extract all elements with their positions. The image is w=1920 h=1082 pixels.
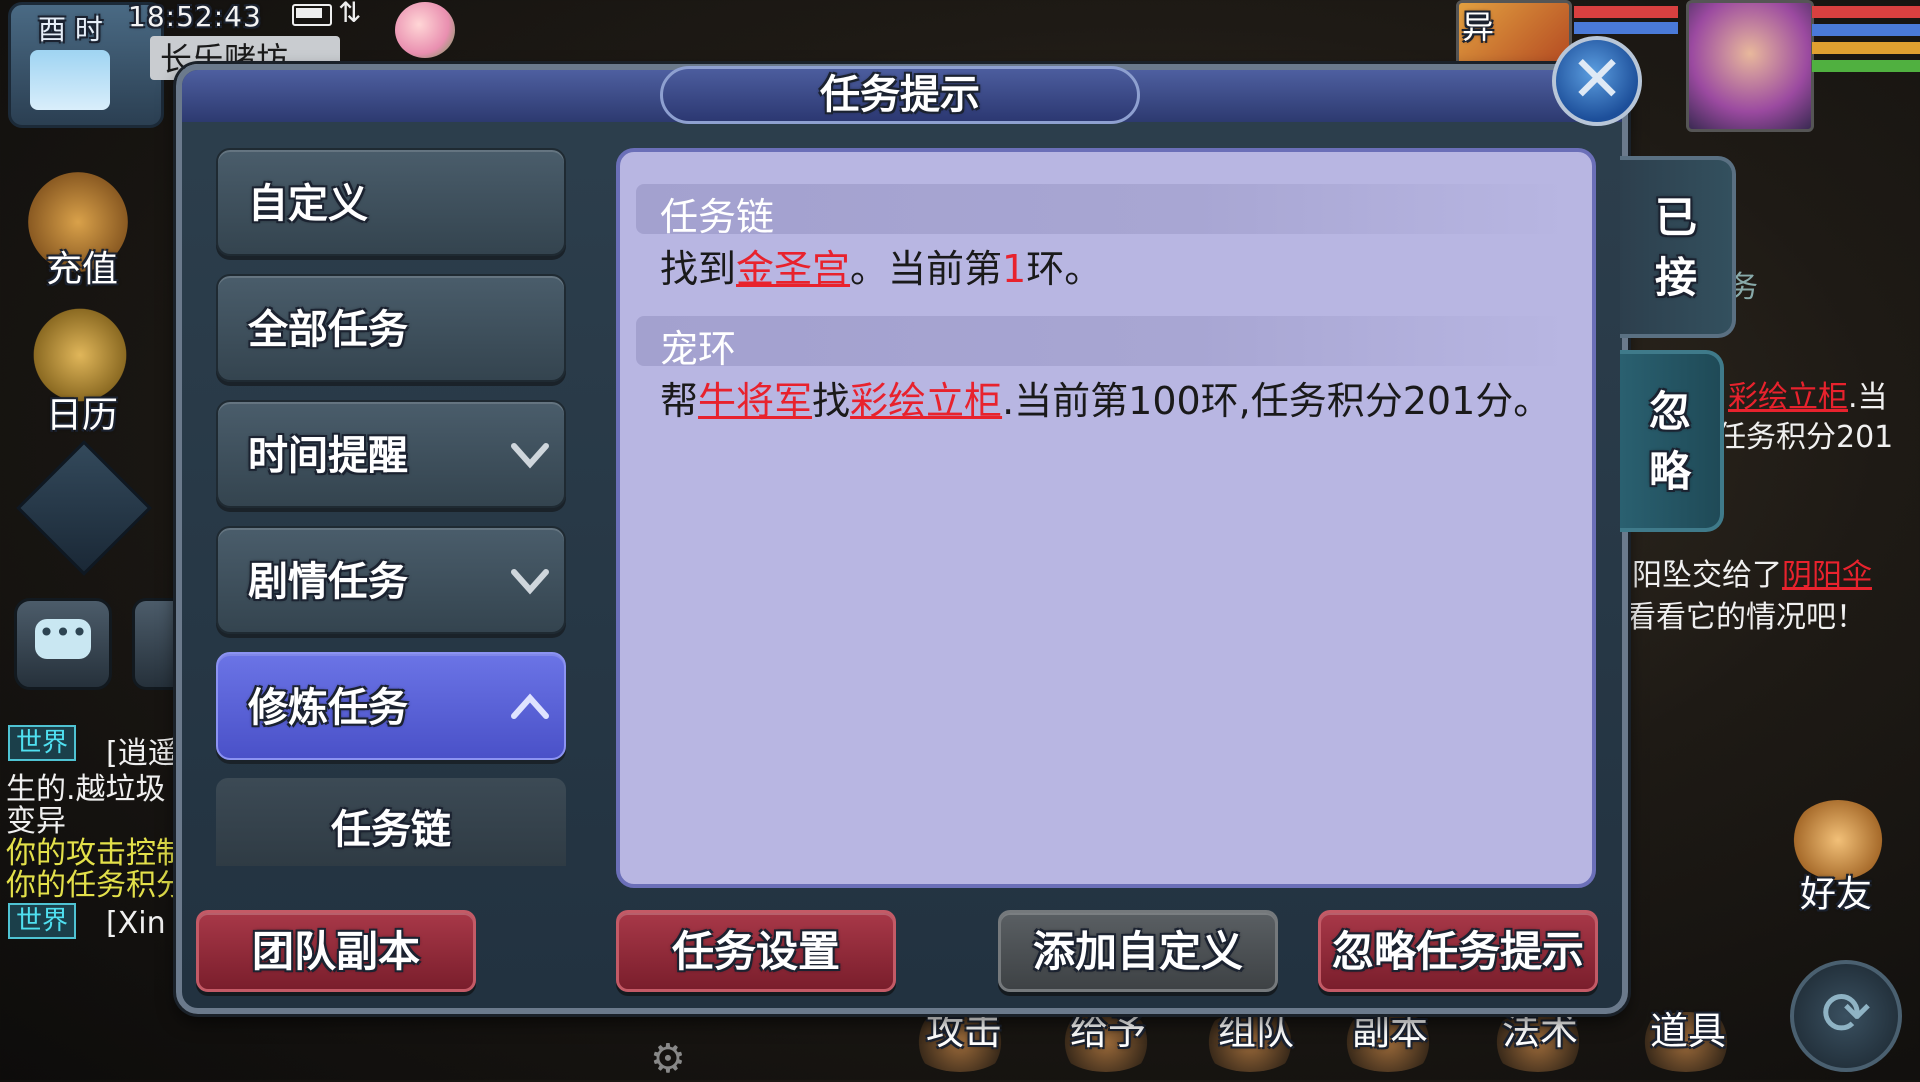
category-label: 时间提醒 <box>248 433 408 479</box>
chat-line: [Xin <box>106 906 166 941</box>
close-icon: ✕ <box>1570 43 1624 117</box>
player-hp-bar <box>1812 6 1920 18</box>
section-title: 宠环 <box>660 327 737 371</box>
chat-line: 你的任务积分 <box>6 868 186 903</box>
minimap-thumbnail[interactable] <box>30 50 110 110</box>
chat-channel-world: 世界 <box>8 903 77 939</box>
shichen-label: 酉 时 <box>38 13 103 46</box>
background-quest-text: 彩绘立柜.当 <box>1728 380 1888 415</box>
ignore-tips-button[interactable]: 忽略任务提示 <box>1318 910 1598 992</box>
npc-link[interactable]: 金圣宫 <box>736 247 850 291</box>
npc-link[interactable]: 牛将军 <box>698 379 812 423</box>
section-header <box>636 316 1570 366</box>
player-exp-bar <box>1812 60 1920 72</box>
pet-mp-bar <box>1574 22 1678 34</box>
player-mp-bar <box>1812 24 1920 36</box>
collapse-arrow-icon[interactable] <box>16 440 152 576</box>
category-custom[interactable]: 自定义 <box>216 148 566 256</box>
section-title: 任务链 <box>660 195 775 239</box>
task-settings-button[interactable]: 任务设置 <box>616 910 896 992</box>
chat-button[interactable]: ••• <box>14 598 112 690</box>
dialog-title: 任务提示 <box>820 72 980 118</box>
pet-hp-bar <box>1574 6 1678 18</box>
category-label: 全部任务 <box>248 307 408 353</box>
item-link[interactable]: 彩绘立柜 <box>850 379 1002 423</box>
chevron-up-icon <box>511 693 549 719</box>
chat-channel-world: 世界 <box>8 725 77 761</box>
category-label: 修炼任务 <box>248 685 408 731</box>
chevron-down-icon <box>511 569 549 595</box>
sub-item-label: 任务链 <box>331 807 451 853</box>
battery-icon <box>292 4 332 26</box>
signal-icon: ⇅ <box>338 0 362 29</box>
category-time-reminder[interactable]: 时间提醒 <box>216 400 566 508</box>
bottom-items[interactable]: 道具 <box>1650 1000 1726 1055</box>
close-button[interactable]: ✕ <box>1552 36 1642 126</box>
peach-icon[interactable] <box>395 2 455 58</box>
player-anger-bar <box>1812 42 1920 54</box>
gear-icon[interactable]: ⚙ <box>650 1036 686 1082</box>
section-body: 帮牛将军找彩绘立柜.当前第100环,任务积分201分。 <box>660 379 1552 423</box>
tab-ignored[interactable]: 忽略 <box>1620 350 1724 532</box>
category-all-tasks[interactable]: 全部任务 <box>216 274 566 382</box>
category-label: 自定义 <box>248 181 368 227</box>
add-custom-button[interactable]: 添加自定义 <box>998 910 1278 992</box>
clock-time: 18:52:43 <box>128 0 262 33</box>
background-quest-text: 任务积分201 <box>1716 420 1894 455</box>
category-training-tasks[interactable]: 修炼任务 <box>216 652 566 760</box>
tab-ignored-label: 忽略 <box>1648 387 1691 496</box>
refresh-icon[interactable]: ⟳ <box>1790 960 1902 1072</box>
background-chat-text: 看看它的情况吧！ <box>1626 600 1866 635</box>
calendar-label: 日历 <box>46 395 119 436</box>
chevron-down-icon <box>511 443 549 469</box>
team-dungeon-button[interactable]: 团队副本 <box>196 910 476 992</box>
tab-accepted-label: 已接 <box>1654 193 1697 302</box>
category-story-tasks[interactable]: 剧情任务 <box>216 526 566 634</box>
speech-bubble-icon: ••• <box>35 619 91 659</box>
pet-badge: 异 <box>1462 8 1495 46</box>
friends-label: 好友 <box>1800 874 1873 915</box>
sub-item-quest-chain[interactable]: 任务链 <box>216 778 566 866</box>
category-label: 剧情任务 <box>248 559 408 605</box>
section-body: 找到金圣宫。当前第1环。 <box>660 247 1103 291</box>
recharge-label: 充值 <box>46 249 119 290</box>
background-chat-text: 阳坠交给了阴阳伞 <box>1632 558 1872 593</box>
tab-accepted[interactable]: 已接 <box>1620 156 1736 338</box>
section-header <box>636 184 1570 234</box>
character-portrait[interactable] <box>1686 0 1814 132</box>
